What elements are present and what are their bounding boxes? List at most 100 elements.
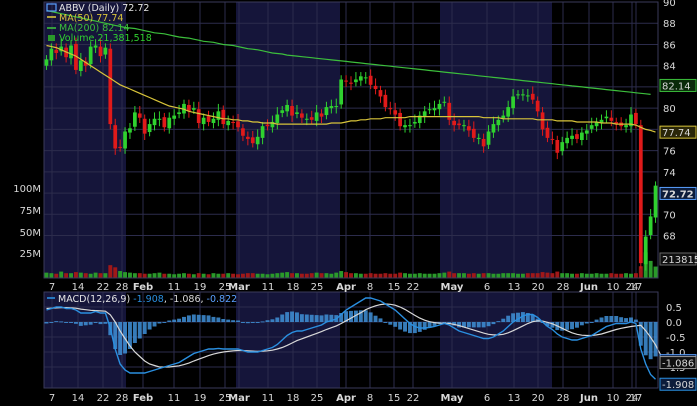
candle-body: [236, 121, 240, 128]
macd-histogram-bar: [167, 320, 172, 322]
x-axis-label: 18: [287, 393, 300, 404]
volume-bar: [137, 273, 142, 278]
macd-histogram-bar: [137, 322, 142, 339]
macd-histogram-bar: [579, 322, 584, 326]
volume-bar: [285, 272, 290, 278]
volume-bar: [309, 273, 314, 278]
volume-bar: [457, 273, 462, 278]
candle-body: [309, 117, 314, 120]
x-axis-label: 24: [626, 393, 639, 404]
x-axis-label: 20: [532, 282, 545, 293]
volume-bar: [363, 273, 368, 278]
volume-bar: [398, 272, 403, 278]
candle-body: [383, 94, 388, 108]
volume-bar: [44, 272, 49, 278]
macd-histogram-bar: [132, 322, 137, 343]
candle-body: [363, 77, 368, 79]
price-tick-label: 84: [663, 62, 676, 73]
candle-body: [133, 112, 137, 127]
candle-body: [565, 137, 569, 144]
volume-bar: [295, 273, 299, 278]
volume-tick-label: 25M: [20, 249, 41, 260]
candle-body: [245, 136, 250, 139]
macd-histogram-bar: [491, 322, 496, 325]
macd-histogram-bar: [196, 314, 201, 322]
macd-histogram-bar: [54, 321, 59, 323]
volume-bar: [132, 273, 137, 278]
volume-bar: [653, 266, 658, 278]
volume-bar: [93, 272, 98, 278]
volume-legend-swatch: [48, 35, 55, 41]
volume-bar: [442, 272, 447, 278]
volume-bar: [186, 273, 191, 278]
volume-bar: [614, 273, 619, 278]
candle-body: [570, 135, 574, 139]
candle-body: [506, 107, 511, 117]
volume-bar: [324, 273, 329, 278]
volume-bar: [177, 273, 182, 278]
volume-bar: [378, 273, 383, 278]
macd-histogram-bar: [624, 318, 629, 322]
macd-histogram-bar: [290, 311, 295, 322]
candle-body: [78, 60, 83, 71]
candle-body: [634, 112, 638, 125]
macd-histogram-bar: [476, 322, 481, 328]
candle-body: [525, 95, 530, 97]
volume-bar: [525, 273, 530, 278]
candle-body: [295, 112, 299, 114]
macd-histogram-bar: [304, 314, 309, 322]
macd-histogram-bar: [186, 315, 191, 322]
volume-bar: [314, 272, 319, 278]
volume-bar: [172, 274, 177, 278]
macd-histogram-bar: [172, 319, 177, 322]
volume-bar: [471, 273, 476, 278]
macd-histogram-bar: [574, 322, 579, 328]
candle-body: [123, 131, 127, 149]
candle-body: [290, 106, 294, 116]
macd-legend: MACD(12,26,9) -1.908, -1.086, -0.822: [47, 294, 237, 305]
volume-bar: [633, 273, 638, 278]
candle-body: [275, 114, 280, 124]
x-axis-label: 11: [262, 393, 275, 404]
volume-bar: [69, 273, 73, 278]
candle-body: [354, 79, 358, 83]
macd-histogram-bar: [191, 314, 196, 322]
candle-body: [442, 101, 447, 103]
volume-bar: [417, 273, 422, 278]
volume-bar: [570, 273, 575, 278]
x-axis-label: 8: [367, 282, 373, 293]
volume-tick-label: 50M: [20, 228, 41, 239]
x-axis-label: 22: [97, 393, 110, 404]
candle-body: [118, 146, 123, 148]
volume-bar: [599, 273, 604, 278]
candle-body: [476, 137, 481, 139]
volume-bar: [481, 273, 486, 278]
volume-legend: Volume 21,381,518: [59, 33, 152, 44]
candle-body: [349, 82, 353, 84]
macd-histogram-bar: [275, 317, 280, 322]
volume-bar: [349, 273, 353, 278]
candle-body: [44, 59, 49, 66]
volume-bar: [540, 272, 545, 278]
volume-bar: [516, 273, 520, 278]
macd-histogram-bar: [609, 316, 614, 322]
volume-bar: [574, 273, 579, 278]
candle-body: [206, 116, 211, 122]
macd-histogram-bar: [584, 322, 589, 324]
macd-histogram-bar: [619, 317, 624, 322]
volume-bar: [167, 273, 172, 278]
candle-body: [69, 45, 73, 59]
macd-histogram-bar: [604, 316, 609, 322]
volume-bar: [589, 273, 594, 278]
candle-body: [319, 113, 324, 117]
volume-bar: [476, 273, 481, 278]
candle-body: [388, 108, 393, 110]
macd-histogram-bar: [142, 322, 147, 334]
candle-body: [584, 130, 589, 134]
macd-legend-label: MACD(12,26,9) -1.908, -1.086, -0.822: [58, 294, 237, 305]
candle-body: [344, 80, 348, 82]
x-axis-label: 11: [168, 393, 181, 404]
x-axis-label: 24: [626, 282, 639, 293]
candle-body: [486, 131, 491, 145]
volume-bar: [59, 271, 64, 278]
